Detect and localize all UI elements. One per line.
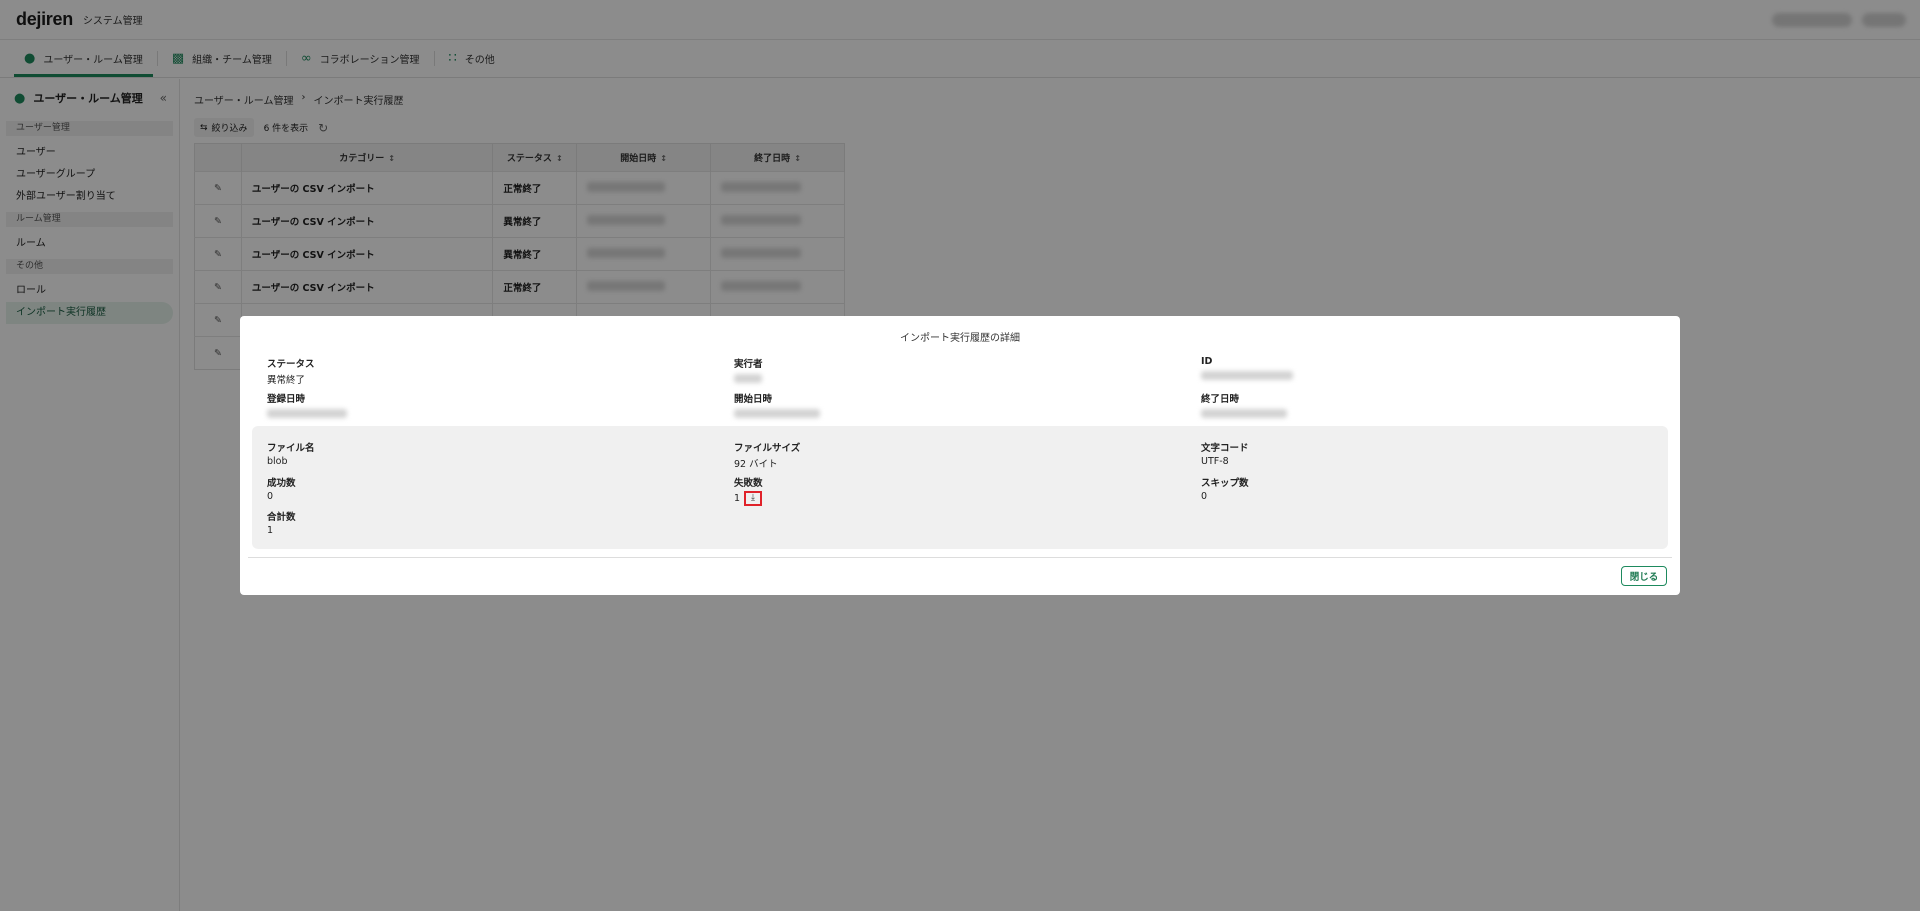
file-name-value: blob [267, 456, 288, 467]
skip-label: スキップ数 [1201, 478, 1249, 489]
failure-value: 1 [734, 493, 741, 504]
start-label: 開始日時 [734, 394, 773, 405]
charset-label: 文字コード [1201, 443, 1249, 454]
file-size-label: ファイルサイズ [734, 443, 801, 454]
download-failures-button[interactable]: ⤓ [744, 491, 763, 506]
executor-label: 実行者 [734, 359, 763, 370]
import-detail-dialog: インポート実行履歴の詳細 ステータス 異常終了 実行者 ID 登録日時 開始日時… [240, 316, 1680, 595]
success-value: 0 [267, 491, 274, 502]
total-value: 1 [267, 525, 274, 536]
executor-value [734, 374, 762, 383]
start-value [734, 409, 820, 418]
charset-value: UTF-8 [1201, 456, 1229, 467]
download-icon: ⤓ [751, 493, 756, 503]
registered-value [267, 409, 347, 418]
import-stats-panel: ファイル名 blob ファイルサイズ 92 バイト 文字コード UTF-8 成功… [252, 426, 1668, 549]
registered-label: 登録日時 [267, 394, 306, 405]
file-size-value: 92 バイト [734, 459, 778, 470]
status-label: ステータス [267, 359, 315, 370]
dialog-divider [248, 557, 1672, 558]
id-value [1201, 371, 1293, 380]
id-label: ID [1201, 356, 1213, 367]
close-button[interactable]: 閉じる [1621, 566, 1667, 586]
skip-value: 0 [1201, 491, 1208, 502]
failure-label: 失敗数 [734, 478, 763, 489]
failure-row: 1 ⤓ [734, 491, 763, 506]
success-label: 成功数 [267, 478, 296, 489]
file-name-label: ファイル名 [267, 443, 315, 454]
end-value [1201, 409, 1287, 418]
status-value: 異常終了 [267, 375, 306, 386]
dialog-title: インポート実行履歴の詳細 [900, 333, 1020, 344]
end-label: 終了日時 [1201, 394, 1240, 405]
total-label: 合計数 [267, 512, 296, 523]
